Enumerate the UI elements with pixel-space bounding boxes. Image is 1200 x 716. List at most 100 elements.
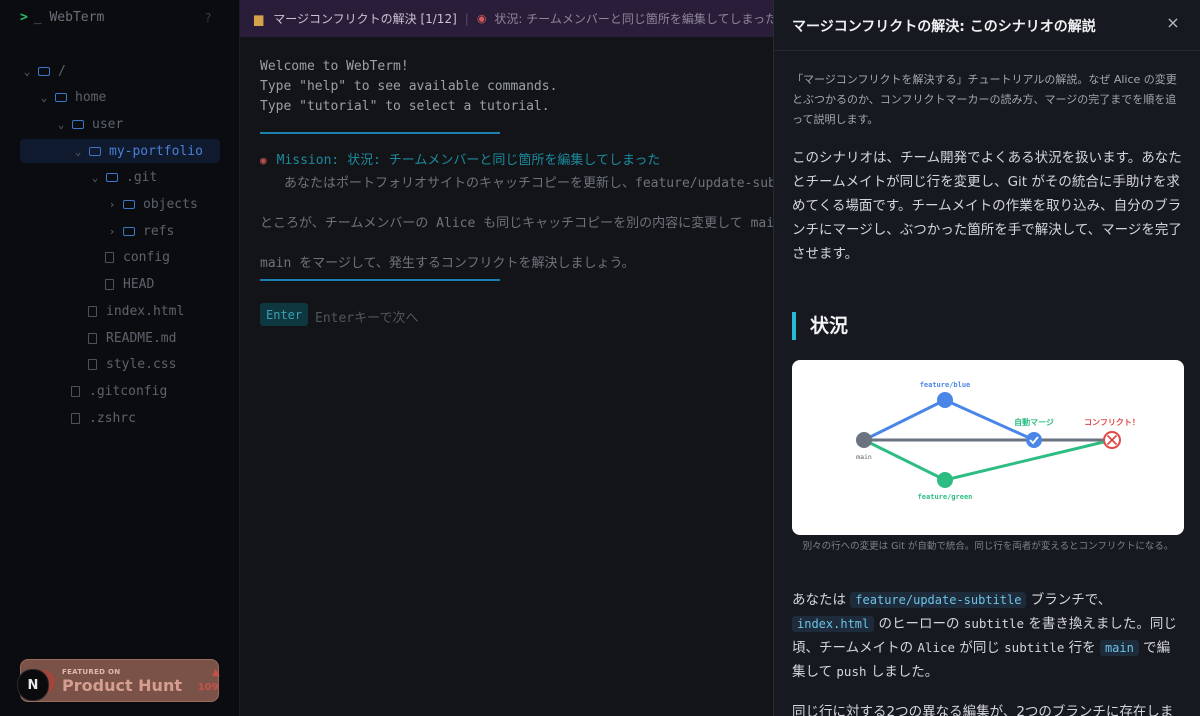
dart-icon: ◉ [260, 154, 267, 167]
tree-item-label: index.html [106, 303, 185, 319]
tree-item-label: HEAD [123, 277, 155, 293]
mission-description: あなたはポートフォリオサイトのキャッチコピーを更新し、feature/updat… [284, 176, 773, 191]
tree-item-label: / [58, 63, 66, 79]
blue-commit-node [937, 392, 953, 408]
enter-button[interactable]: Enter [260, 303, 309, 326]
green-branch-line [944, 438, 1113, 482]
folder-icon [123, 226, 135, 236]
terminal-line: Type "tutorial" to select a tutorial. [260, 99, 550, 114]
badge-upvote-count: 109 [197, 682, 219, 693]
badge-featured-text: FEATURED ON [62, 668, 121, 676]
tree-folder-item[interactable]: › objects [20, 193, 220, 217]
inline-code: subtitle [1004, 640, 1065, 655]
book-icon: ▆ [254, 11, 264, 26]
tree-file-item[interactable]: style.css [20, 353, 220, 377]
auto-merge-node [1026, 432, 1042, 448]
panel-paragraph: 同じ行に対する2つの異なる編集が、2つのブランチに存在しま [792, 704, 1174, 716]
tree-item-label: .git [126, 170, 158, 186]
green-branch-line [863, 438, 946, 482]
label-auto-merge: 自動マージ [1014, 417, 1054, 427]
dart-icon: ◉ [476, 12, 487, 25]
tree-file-item[interactable]: .zshrc [20, 406, 220, 430]
product-hunt-badge[interactable]: FEATURED ON Product Hunt ▲ 109 [20, 659, 220, 702]
para-text: 行を [1068, 640, 1096, 656]
enter-hint: Enterキーで次へ [315, 311, 419, 326]
folder-icon [89, 146, 101, 156]
tree-folder-item[interactable]: ⌄ user [20, 112, 220, 136]
file-icon [105, 252, 114, 264]
upvote-icon: ▲ [212, 667, 220, 678]
label-feature-green: feature/green [918, 493, 973, 501]
panel-header: マージコンフリクトの解決: このシナリオの解説 × [774, 0, 1200, 51]
inline-code: main [1099, 640, 1139, 656]
panel-paragraph: このシナリオは、チーム開発でよくある状況を扱います。あなたとチームメイトが同じ行… [792, 150, 1182, 262]
chevron-down-icon[interactable]: ⌄ [88, 171, 102, 184]
tree-item-label: refs [143, 223, 175, 239]
file-icon [105, 279, 114, 291]
tree-item-label: .zshrc [89, 410, 136, 426]
file-icon [88, 305, 97, 317]
panel-title: マージコンフリクトの解決: このシナリオの解説 [792, 19, 1096, 35]
help-icon[interactable]: ? [205, 11, 211, 25]
merge-diagram-svg: feature/blue feature/green main 自動マージ コン… [856, 381, 1140, 501]
inline-code: index.html [792, 616, 875, 632]
folder-icon [106, 173, 118, 183]
tree-folder-item[interactable]: ⌄ my-portfolio [20, 139, 220, 164]
mission-line: ◉ Mission: 状況: チームメンバーと同じ箇所を編集してしまった [260, 149, 660, 168]
divider [260, 132, 500, 134]
para-text: ブランチで、 [1030, 592, 1112, 608]
tree-folder-item[interactable]: ⌄ / [20, 59, 220, 83]
tree-file-item[interactable]: .gitconfig [20, 379, 220, 403]
mission-text: Mission: 状況: チームメンバーと同じ箇所を編集してしまった [276, 153, 661, 168]
close-icon[interactable]: × [1163, 13, 1183, 35]
file-icon [71, 412, 80, 424]
file-explorer-sidebar: > _ WebTerm ? ⌄ / ⌄ home ⌄ user ⌄ my-portfolio ⌄.… [0, 0, 240, 716]
chevron-right-icon[interactable]: › [105, 225, 119, 238]
inline-code: push [836, 664, 867, 679]
app-brand: > _ WebTerm [20, 10, 104, 25]
file-icon [71, 385, 80, 397]
inline-code: subtitle [963, 616, 1025, 631]
badge-name: Product Hunt [62, 676, 182, 695]
tree-item-label: home [75, 90, 107, 106]
tree-file-item[interactable]: HEAD [20, 273, 220, 297]
tree-file-item[interactable]: config [20, 246, 220, 270]
chevron-down-icon[interactable]: ⌄ [20, 65, 34, 78]
folder-icon [123, 200, 135, 209]
panel-paragraph: あなたは feature/update-subtitle ブランチで、 inde… [792, 588, 1182, 684]
merge-diagram: feature/blue feature/green main 自動マージ コン… [792, 360, 1184, 535]
main-commit-node [856, 432, 872, 448]
label-feature-blue: feature/blue [920, 381, 971, 389]
prompt-icon: > [20, 10, 28, 25]
terminal-line: main をマージして、発生するコンフリクトを解決しましょう。 [260, 256, 635, 271]
diagram-caption: 別々の行への変更は Git が自動で統合。同じ行を両者が変えるとコンフリクトにな… [802, 541, 1174, 552]
para-text: しました。 [870, 664, 939, 680]
tree-file-item[interactable]: index.html [20, 299, 220, 323]
chevron-right-icon[interactable]: › [105, 198, 119, 211]
file-icon [88, 359, 97, 371]
divider [260, 279, 500, 281]
explanation-panel: マージコンフリクトの解決: このシナリオの解説 × 「マージコンフリクトを解決す… [773, 0, 1200, 716]
tree-folder-item[interactable]: ⌄ home [20, 86, 220, 110]
chevron-down-icon[interactable]: ⌄ [37, 91, 51, 104]
terminal[interactable]: Welcome to WebTerm! Type "help" to see a… [240, 37, 773, 716]
inline-code: Alice [917, 640, 956, 655]
panel-intro: 「マージコンフリクトを解決する」チュートリアルの解説。なぜ Alice の変更と… [792, 73, 1177, 126]
terminal-line: Type "help" to see available commands. [260, 79, 558, 94]
para-text: あなたは [792, 592, 846, 608]
tutorial-status: 状況: チームメンバーと同じ箇所を編集してしまった [494, 12, 773, 26]
tree-item-label: style.css [106, 357, 177, 373]
green-commit-node [937, 472, 953, 488]
folder-icon [55, 93, 67, 103]
blue-branch-line [863, 398, 946, 442]
tree-folder-item[interactable]: › refs [20, 219, 220, 243]
para-text: が同じ [959, 640, 1000, 656]
avatar[interactable]: N [17, 669, 49, 701]
chevron-down-icon[interactable]: ⌄ [54, 118, 68, 131]
folder-icon [38, 66, 50, 76]
app-title: _ WebTerm [33, 10, 105, 25]
tree-file-item[interactable]: README.md [20, 326, 220, 350]
inline-code: feature/update-subtitle [850, 592, 1027, 608]
tree-folder-item[interactable]: ⌄ .git [20, 166, 220, 190]
chevron-down-icon[interactable]: ⌄ [71, 145, 85, 158]
